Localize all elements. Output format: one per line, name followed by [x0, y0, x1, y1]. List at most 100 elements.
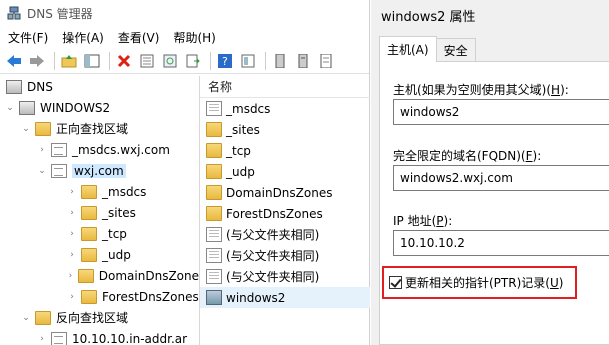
zone-icon	[206, 101, 222, 116]
tree-label: DomainDnsZone	[98, 268, 199, 283]
list-item[interactable]: (与父文件夹相同)	[200, 266, 370, 287]
tree-label: _udp	[102, 247, 131, 262]
folder-icon	[77, 268, 94, 283]
column-header-name[interactable]: 名称	[200, 76, 370, 98]
tree-item-sub-domaindnszones[interactable]: › DomainDnsZone	[0, 265, 199, 286]
folder-icon	[81, 289, 97, 304]
list-item-label: _udp	[226, 164, 255, 179]
folder-icon	[81, 226, 97, 241]
chevron-right-icon[interactable]: ›	[36, 334, 48, 344]
folder-icon	[81, 184, 97, 199]
delete-icon[interactable]	[114, 51, 134, 71]
tree-item-sub-tcp[interactable]: › _tcp	[0, 223, 199, 244]
chevron-right-icon[interactable]: ›	[66, 208, 78, 218]
list-item-label: (与父文件夹相同)	[226, 249, 320, 263]
ptr-checkbox-label[interactable]: 更新相关的指针(PTR)记录(U)	[405, 274, 563, 291]
refresh-icon[interactable]	[160, 51, 180, 71]
host-input[interactable]: windows2	[393, 99, 609, 125]
list-item[interactable]: _msdcs	[200, 98, 370, 119]
properties-dialog: windows2 属性 主机(A) 安全 主机(如果为空则使用其父域)(H): …	[371, 0, 609, 345]
fqdn-label: 完全限定的域名(FQDN)(F):	[393, 149, 542, 163]
chevron-down-icon[interactable]: ⌄	[36, 166, 48, 176]
server-icon[interactable]	[270, 51, 290, 71]
chevron-down-icon[interactable]: ⌄	[4, 103, 16, 113]
menu-view[interactable]: 查看(V)	[118, 29, 160, 46]
list-item-label: _tcp	[226, 143, 251, 158]
record-icon	[206, 269, 222, 284]
server-icon	[19, 100, 35, 115]
tree-pane: DNS ⌄ WINDOWS2 ⌄ 正向查找区域 › _msdcs.wxj.com…	[0, 76, 200, 345]
chevron-right-icon[interactable]: ›	[66, 271, 75, 281]
tree-item-sub-sites[interactable]: › _sites	[0, 202, 199, 223]
list-item[interactable]: _sites	[200, 119, 370, 140]
toolbar-divider	[265, 51, 266, 70]
tree-item-dns[interactable]: DNS	[0, 76, 199, 97]
tree-label: 10.10.10.in-addr.ar	[72, 331, 188, 345]
dns-app-icon	[7, 6, 21, 20]
tree-item-server[interactable]: ⌄ WINDOWS2	[0, 97, 199, 118]
up-folder-icon[interactable]	[59, 51, 79, 71]
list-item-label: (与父文件夹相同)	[226, 228, 320, 242]
chevron-right-icon[interactable]: ›	[66, 250, 78, 260]
list-item[interactable]: ForestDnsZones	[200, 203, 370, 224]
help-icon[interactable]: ?	[215, 51, 235, 71]
chevron-down-icon[interactable]: ⌄	[20, 124, 32, 134]
tab-bar: 主机(A) 安全	[379, 36, 476, 62]
list-item[interactable]: (与父文件夹相同)	[200, 224, 370, 245]
folder-icon	[206, 122, 222, 137]
list-item[interactable]: DomainDnsZones	[200, 182, 370, 203]
zone-icon	[51, 163, 67, 178]
tree-item-forward-zones[interactable]: ⌄ 正向查找区域	[0, 118, 199, 139]
tree-item-sub-udp[interactable]: › _udp	[0, 244, 199, 265]
view-icon[interactable]	[238, 51, 258, 71]
ptr-checkbox-highlight: 更新相关的指针(PTR)记录(U)	[382, 266, 577, 299]
show-hide-tree-icon[interactable]	[82, 51, 102, 71]
chevron-down-icon[interactable]: ⌄	[20, 313, 32, 323]
server-list-icon[interactable]	[293, 51, 313, 71]
list-item-label: _sites	[226, 122, 260, 137]
tree-label: wxj.com	[72, 163, 126, 178]
menu-file[interactable]: 文件(F)	[8, 29, 48, 46]
menu-help[interactable]: 帮助(H)	[173, 29, 215, 46]
list-item-label: windows2	[226, 290, 286, 305]
chevron-right-icon[interactable]: ›	[36, 145, 48, 155]
back-icon[interactable]	[4, 51, 24, 71]
tab-host[interactable]: 主机(A)	[379, 36, 437, 62]
toolbar: ?	[0, 48, 369, 74]
chevron-right-icon[interactable]: ›	[66, 292, 78, 302]
tree-item-zone-wxj[interactable]: ⌄ wxj.com	[0, 160, 199, 181]
tree-item-zone-msdcs[interactable]: › _msdcs.wxj.com	[0, 139, 199, 160]
record-icon[interactable]	[316, 51, 336, 71]
list-item[interactable]: _udp	[200, 161, 370, 182]
list-item[interactable]: _tcp	[200, 140, 370, 161]
tree-item-reverse-zone[interactable]: › 10.10.10.in-addr.ar	[0, 328, 199, 345]
folder-icon	[35, 121, 51, 136]
chevron-right-icon[interactable]: ›	[66, 187, 78, 197]
menu-action[interactable]: 操作(A)	[62, 29, 104, 46]
list-item[interactable]: (与父文件夹相同)	[200, 245, 370, 266]
tree-item-reverse-zones[interactable]: ⌄ 反向查找区域	[0, 307, 199, 328]
list-item[interactable]: windows2	[200, 287, 370, 308]
tree-label: 反向查找区域	[56, 311, 129, 325]
ptr-checkbox[interactable]	[389, 276, 402, 289]
ip-address-input[interactable]: 10.10.10.2	[393, 230, 609, 256]
folder-icon	[206, 143, 222, 158]
folder-icon	[81, 205, 97, 220]
tab-security[interactable]: 安全	[435, 38, 476, 62]
list-item-label: _msdcs	[226, 101, 271, 116]
tree-item-sub-msdcs[interactable]: › _msdcs	[0, 181, 199, 202]
export-list-icon[interactable]	[183, 51, 203, 71]
chevron-right-icon[interactable]: ›	[66, 229, 78, 239]
tab-panel-host: 主机(如果为空则使用其父域)(H): windows2 完全限定的域名(FQDN…	[379, 61, 609, 345]
svg-text:?: ?	[222, 55, 228, 68]
tree-label: WINDOWS2	[40, 100, 111, 115]
tree-label: _sites	[102, 205, 136, 220]
tree-label: 正向查找区域	[56, 122, 129, 136]
tree-label: DNS	[27, 79, 53, 94]
tree-item-sub-forestdnszones[interactable]: › ForestDnsZones	[0, 286, 199, 307]
fqdn-field[interactable]: windows2.wxj.com	[393, 165, 609, 191]
dns-manager-window: DNS 管理器 文件(F) 操作(A) 查看(V) 帮助(H) ? DNS ⌄ …	[0, 0, 370, 345]
forward-icon[interactable]	[27, 51, 47, 71]
properties-icon[interactable]	[137, 51, 157, 71]
host-record-icon	[206, 290, 222, 305]
